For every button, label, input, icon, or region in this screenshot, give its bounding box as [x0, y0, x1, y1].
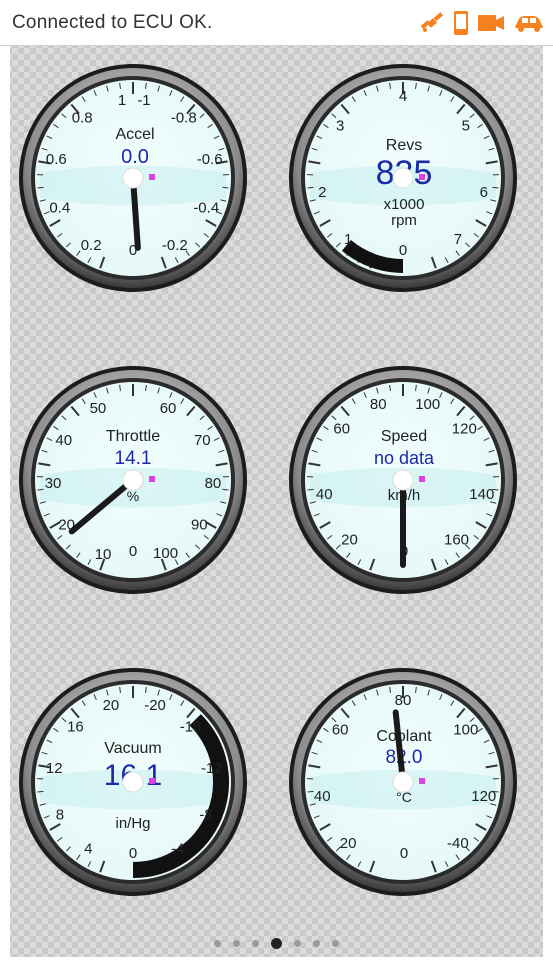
coolant-marker [419, 778, 425, 784]
throttle-scale-label: 10 [95, 546, 112, 563]
status-bar: Connected to ECU OK. [0, 0, 553, 46]
speed-scale-label: 100 [415, 396, 440, 413]
vacuum-marker [149, 778, 155, 784]
throttle-scale-label: 90 [191, 517, 208, 534]
revs-scale-label: 1 [344, 231, 352, 248]
revs-needle [392, 167, 414, 189]
vacuum-scale-label: 20 [103, 697, 120, 714]
vacuum-scale-label: -12 [201, 760, 223, 777]
coolant-label: Coolant [376, 728, 432, 745]
accel-gauge[interactable]: 0.2 0.4 0.6 0.8 1 -1 -0.8 -0.6 -0.4 -0.2 Accel 0.… [18, 63, 248, 293]
vacuum-scale-label: 16 [67, 718, 84, 735]
speed-scale-label: 80 [370, 396, 387, 413]
accel-scale-label: -1 [137, 92, 150, 109]
revs-label: Revs [386, 137, 422, 154]
coolant-bottom-label: 0 [400, 845, 408, 862]
page-indicator[interactable] [0, 935, 553, 951]
page-dot[interactable] [332, 939, 339, 947]
accel-scale-label: -0.4 [193, 200, 219, 217]
accel-label: Accel [115, 126, 154, 143]
status-icons [419, 10, 545, 36]
speed-scale-label: 40 [316, 486, 333, 503]
throttle-scale-label: 70 [194, 432, 211, 449]
accel-scale-label: 0.2 [81, 237, 102, 254]
vacuum-scale-label: -16 [180, 718, 202, 735]
revs-scale-label: 4 [399, 88, 407, 105]
revs-scale-label: 6 [480, 184, 488, 201]
page-dot[interactable] [233, 939, 240, 947]
revs-scale-label: 7 [454, 231, 462, 248]
page-dot[interactable] [294, 939, 301, 947]
throttle-scale-label: 80 [205, 475, 222, 492]
coolant-scale-label: 120 [471, 788, 496, 805]
throttle-scale-label: 50 [90, 400, 107, 417]
accel-scale-label: -0.2 [162, 237, 188, 254]
coolant-scale-label: 20 [340, 835, 357, 852]
coolant-scale-label: 40 [314, 788, 331, 805]
accel-scale-label: -0.6 [197, 151, 223, 168]
vacuum-scale-label: 8 [56, 807, 64, 824]
page-dot[interactable] [271, 937, 282, 949]
vacuum-needle [122, 771, 144, 793]
revs-unit-rpm: rpm [391, 212, 417, 229]
vacuum-scale-label: -8 [199, 807, 212, 824]
accel-scale-label: 0.6 [46, 151, 67, 168]
revs-scale-label: 3 [336, 117, 344, 134]
throttle-marker [149, 476, 155, 482]
phone-icon [453, 10, 469, 36]
revs-marker [419, 174, 425, 180]
speed-value: no data [374, 448, 435, 468]
speed-gauge[interactable]: 20406080100120140160 Speed no data km/h … [288, 365, 518, 595]
vacuum-gauge[interactable]: 48121620-20-16-12-8-4 Vacuum 16.1 in/Hg … [18, 667, 248, 897]
revs-unit-x1000: x1000 [384, 196, 425, 213]
throttle-scale-label: 100 [153, 545, 178, 562]
revs-scale-label: 5 [462, 117, 470, 134]
speed-label: Speed [381, 428, 427, 445]
car-icon [513, 12, 545, 34]
accel-marker [149, 174, 155, 180]
speed-marker [419, 476, 425, 482]
accel-scale-label: 1 [118, 92, 126, 109]
throttle-gauge[interactable]: 10 20 30 40 50 60 70 80 90 100 Throttle 14.1 % 0 [18, 365, 248, 595]
accel-scale-label: 0.4 [49, 200, 70, 217]
throttle-scale-label: 30 [45, 475, 62, 492]
coolant-scale-label: -40 [447, 835, 469, 852]
coolant-scale-label: 80 [395, 692, 412, 709]
satellite-icon [419, 11, 445, 35]
page-dot[interactable] [313, 939, 320, 947]
speed-scale-label: 60 [333, 421, 350, 438]
throttle-label: Throttle [106, 428, 160, 445]
accel-value: 0.0 [121, 146, 149, 168]
revs-bottom-label: 0 [399, 242, 407, 259]
speed-scale-label: 140 [469, 486, 494, 503]
vacuum-scale-label: -20 [144, 697, 166, 714]
throttle-value: 14.1 [115, 448, 152, 469]
revs-gauge[interactable]: 1234567 Revs 835 x1000 rpm 0 [288, 63, 518, 293]
coolant-scale-label: 60 [332, 721, 349, 738]
throttle-bottom-label: 0 [129, 543, 137, 560]
vacuum-scale-label: -4 [171, 840, 184, 857]
speed-scale-label: 160 [444, 531, 469, 548]
page-dot[interactable] [252, 939, 259, 947]
speed-scale-label: 120 [452, 421, 477, 438]
speed-scale-label: 20 [341, 531, 358, 548]
vacuum-scale-label: 12 [46, 760, 63, 777]
camera-icon [477, 12, 505, 34]
vacuum-scale-label: 4 [84, 840, 92, 857]
coolant-scale-label: 100 [453, 721, 478, 738]
throttle-scale-label: 40 [55, 432, 72, 449]
page-dot[interactable] [214, 939, 221, 947]
revs-scale-label: 2 [318, 184, 326, 201]
accel-scale-label: -0.8 [171, 109, 197, 126]
connection-status-text: Connected to ECU OK. [12, 11, 213, 33]
vacuum-bottom-label: 0 [129, 845, 137, 862]
vacuum-unit: in/Hg [115, 815, 150, 832]
vacuum-label: Vacuum [104, 740, 162, 757]
coolant-gauge[interactable]: 20 40 60 80 100 120 -40 Coolant 82.0 °C 0 [288, 667, 518, 897]
throttle-scale-label: 60 [160, 400, 177, 417]
accel-scale-label: 0.8 [72, 109, 93, 126]
